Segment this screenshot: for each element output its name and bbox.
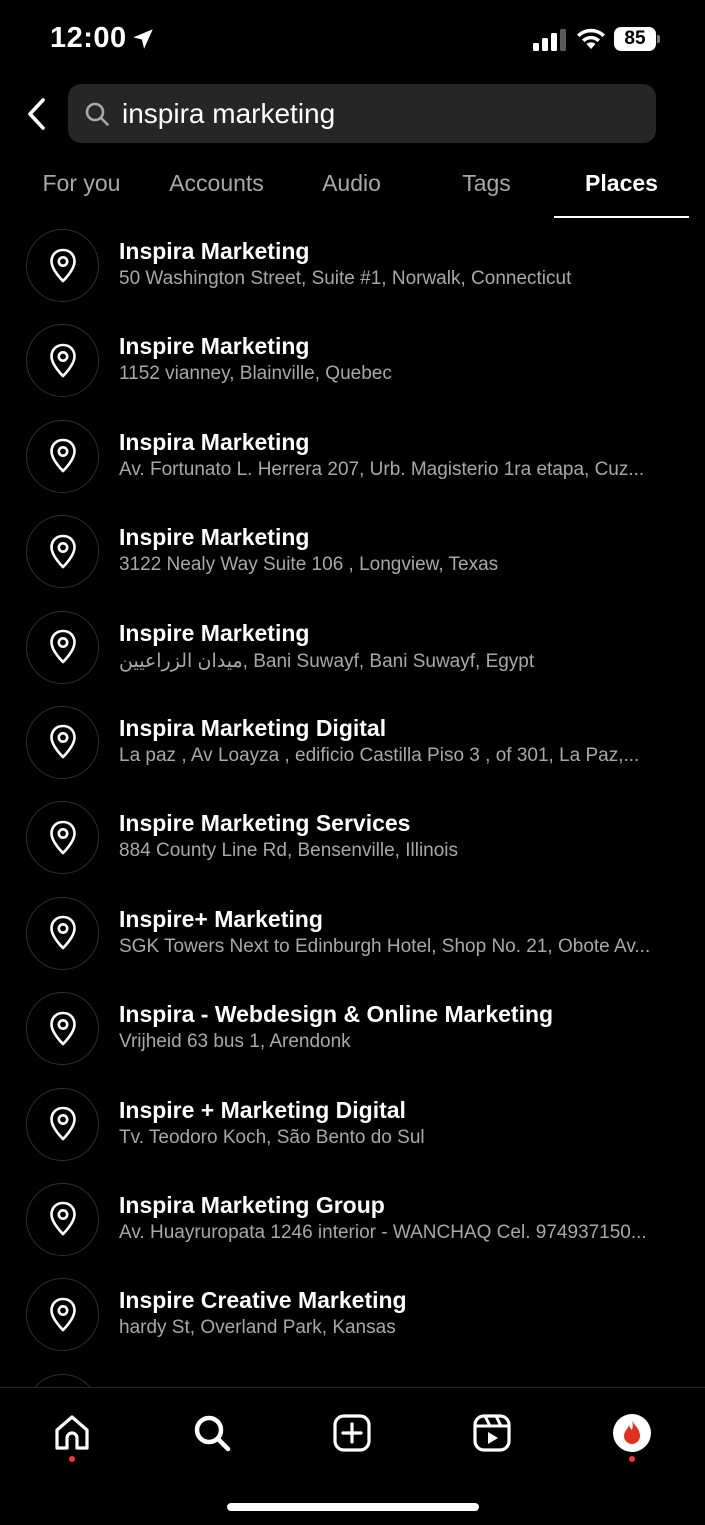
place-pin-avatar — [26, 229, 99, 302]
home-icon — [55, 1415, 89, 1450]
tab-accounts[interactable]: Accounts — [149, 160, 284, 218]
place-name: Inspira Marketing Digital — [119, 714, 387, 741]
place-pin-avatar — [26, 419, 99, 493]
place-pin-avatar — [26, 324, 99, 398]
place-result-row[interactable]: Inspire+ Marketing SGK Towers Next to Edi… — [0, 890, 705, 985]
location-pin-icon — [49, 438, 76, 473]
nav-reels[interactable] — [467, 1408, 517, 1458]
nav-create[interactable] — [327, 1408, 377, 1458]
place-name: Inspire+ Marketing — [119, 905, 323, 932]
profile-notification-dot — [629, 1456, 635, 1462]
tab-places[interactable]: Places — [554, 160, 689, 218]
search-icon — [194, 1415, 231, 1452]
place-name: Inspira Marketing — [119, 238, 310, 264]
place-address: Av. Fortunato L. Herrera 207, Urb. Magis… — [119, 458, 645, 480]
nav-profile[interactable] — [607, 1408, 657, 1458]
place-pin-avatar — [26, 1373, 99, 1388]
location-pin-icon — [49, 1202, 76, 1236]
location-pin-icon — [49, 915, 76, 950]
place-result-row[interactable]: Inspire Marketing 3122 Nealy Way Suite 10… — [0, 508, 705, 603]
back-button[interactable] — [18, 94, 54, 134]
battery-level: 85 — [614, 27, 656, 51]
place-pin-avatar — [26, 1182, 99, 1256]
place-pin-avatar — [26, 801, 99, 875]
place-result-row[interactable]: Inspire + Marketing Digital Tv. Teodoro K… — [0, 1081, 705, 1176]
place-address: Av. Huayruropata 1246 interior - WANCHAQ… — [119, 1221, 647, 1243]
place-pin-avatar — [26, 610, 99, 684]
nav-home[interactable] — [47, 1408, 97, 1458]
tab-tags[interactable]: Tags — [419, 160, 554, 218]
places-results-list: Inspira Marketing 50 Washington Street, S… — [0, 222, 705, 1388]
tab-for-you[interactable]: For you — [14, 160, 149, 218]
place-result-row[interactable] — [0, 1367, 705, 1388]
tab-audio[interactable]: Audio — [284, 160, 419, 218]
place-address: hardy St, Overland Park, Kansas — [119, 1317, 396, 1339]
status-bar: 12:00 85 — [0, 0, 705, 80]
flame-logo-icon — [624, 1421, 640, 1444]
profile-avatar — [613, 1414, 651, 1452]
home-indicator — [227, 1503, 479, 1511]
place-name: Inspire + Marketing Digital — [119, 1096, 406, 1123]
place-address: 3122 Nealy Way Suite 106 , Longview, Tex… — [119, 554, 499, 576]
place-result-row[interactable]: Inspira - Webdesign & Online Marketing Vr… — [0, 985, 705, 1080]
place-name: Inspire Marketing Services — [119, 810, 411, 837]
location-pin-icon — [49, 534, 76, 568]
place-address: 884 County Line Rd, Bensenville, Illinoi… — [119, 840, 459, 862]
place-address: Tv. Teodoro Koch, São Bento do Sul — [119, 1126, 425, 1148]
place-name: Inspira Marketing — [119, 428, 310, 455]
battery-cap — [657, 35, 660, 43]
place-name: Inspire Marketing — [119, 524, 310, 551]
place-pin-avatar — [26, 705, 99, 779]
place-pin-avatar — [26, 896, 99, 970]
reels-icon — [473, 1414, 511, 1452]
instagram-search-screen: 12:00 85 Fo — [0, 0, 705, 1525]
place-address: La paz , Av Loayza , edificio Castilla P… — [119, 744, 640, 766]
location-pin-icon — [49, 725, 76, 759]
place-result-row[interactable]: Inspira Marketing Group Av. Huayruropata … — [0, 1176, 705, 1271]
place-result-row[interactable]: Inspira Marketing 50 Washington Street, S… — [0, 222, 705, 317]
home-notification-dot — [69, 1456, 75, 1462]
place-result-row[interactable]: Inspira Marketing Digital La paz , Av Loa… — [0, 699, 705, 794]
place-result-row[interactable]: Inspire Creative Marketing hardy St, Over… — [0, 1271, 705, 1366]
search-tabs: For you Accounts Audio Tags Places — [14, 160, 690, 218]
location-pin-icon — [49, 1297, 76, 1332]
place-pin-avatar — [26, 1087, 99, 1161]
place-name: Inspire Marketing — [119, 619, 310, 646]
search-input[interactable] — [122, 97, 622, 130]
location-pin-icon — [49, 1011, 76, 1045]
place-result-row[interactable]: Inspire Marketing 1152 vianney, Blainvill… — [0, 317, 705, 412]
battery-icon: 85 — [614, 27, 660, 51]
nav-search[interactable] — [187, 1408, 237, 1458]
place-address: 50 Washington Street, Suite #1, Norwalk,… — [119, 268, 572, 289]
search-bar[interactable] — [68, 84, 656, 143]
wifi-icon — [577, 28, 605, 49]
location-pin-icon — [49, 820, 76, 855]
location-pin-icon — [49, 248, 76, 282]
place-result-row[interactable]: Inspira Marketing Av. Fortunato L. Herrer… — [0, 413, 705, 508]
location-pin-icon — [49, 629, 76, 664]
place-address: Vrijheid 63 bus 1, Arendonk — [119, 1031, 351, 1053]
place-name: Inspire Marketing — [119, 333, 310, 360]
place-result-row[interactable]: Inspire Marketing Services 884 County Lin… — [0, 794, 705, 889]
location-pin-icon — [49, 1106, 76, 1141]
place-name: Inspira Marketing Group — [119, 1191, 385, 1218]
back-chevron-icon — [28, 98, 45, 130]
place-name: Inspira - Webdesign & Online Marketing — [119, 1001, 554, 1028]
cellular-signal-icon — [533, 29, 566, 51]
place-pin-avatar — [26, 992, 99, 1066]
place-pin-avatar — [26, 515, 99, 589]
place-name: Inspire Creative Marketing — [119, 1287, 407, 1314]
place-address: ميدان الزراعيين, Bani Suwayf, Bani Suway… — [119, 650, 535, 672]
status-time: 12:00 — [50, 22, 127, 54]
place-address: 1152 vianney, Blainville, Quebec — [119, 363, 392, 385]
place-pin-avatar — [26, 1278, 99, 1352]
place-address: SGK Towers Next to Edinburgh Hotel, Shop… — [119, 935, 651, 957]
create-icon — [333, 1414, 371, 1452]
location-pin-icon — [49, 343, 76, 378]
location-arrow-icon — [133, 29, 153, 49]
search-icon — [85, 102, 109, 126]
place-result-row[interactable]: Inspire Marketing ميدان الزراعيين, Bani S… — [0, 604, 705, 699]
